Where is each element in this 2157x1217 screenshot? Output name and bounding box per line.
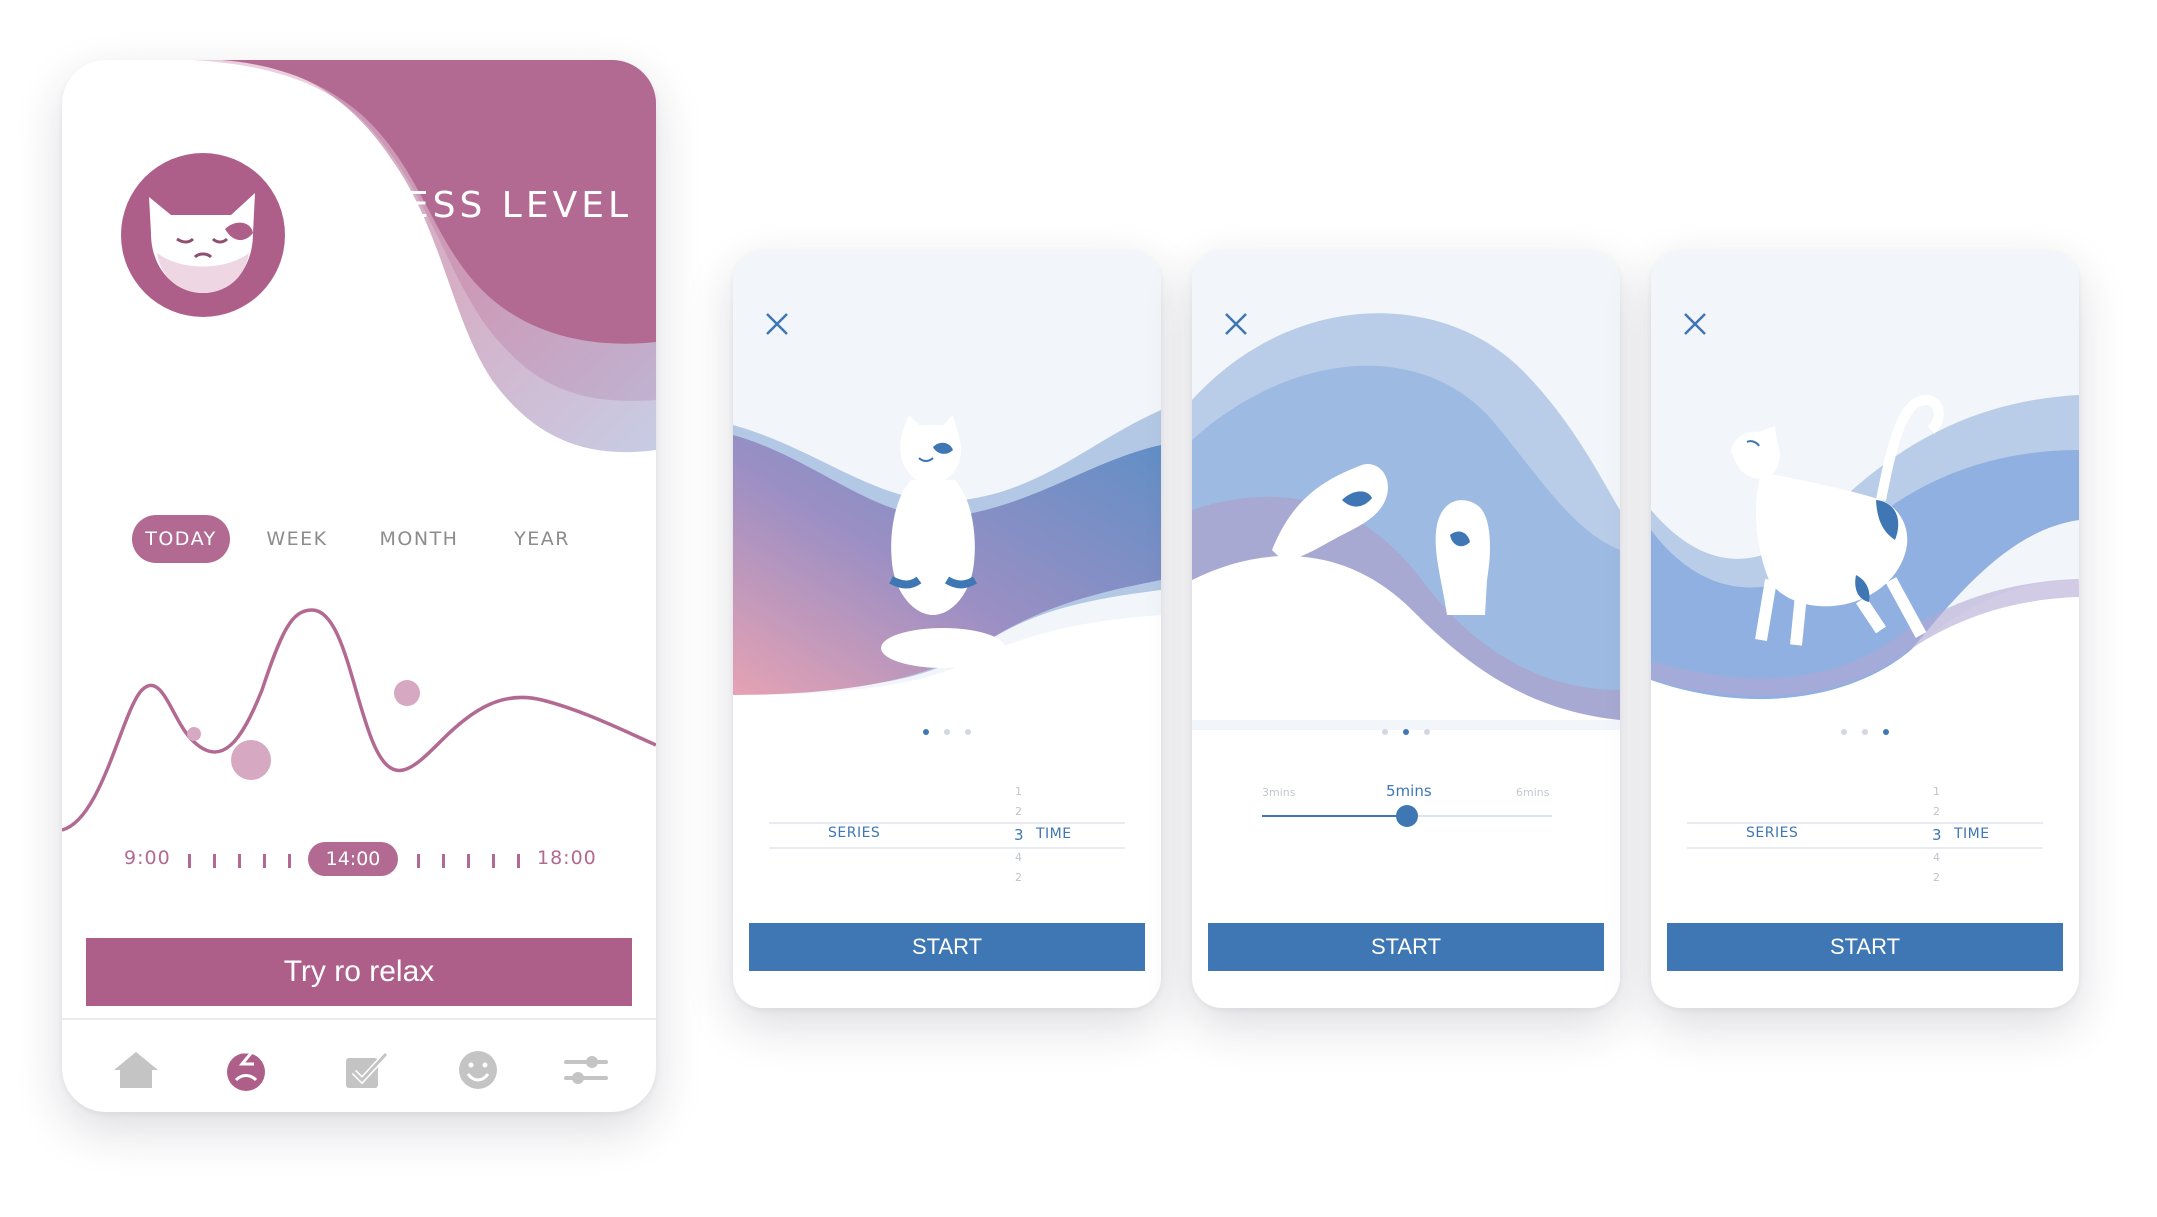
picker-selected-value[interactable]: 3 (1932, 826, 1942, 844)
series-label: SERIES (1746, 825, 1799, 841)
timeline-tick (263, 854, 266, 868)
chart-point (394, 680, 420, 706)
slider-min-label: 3mins (1262, 786, 1296, 799)
timeline-tick (288, 854, 291, 868)
page-indicator (1651, 720, 2079, 739)
timeline-tick (442, 854, 445, 868)
page-dot[interactable] (1381, 729, 1388, 735)
card-illustration (1192, 250, 1620, 730)
page-dot[interactable] (965, 729, 972, 735)
close-icon[interactable] (1681, 310, 1709, 338)
page-dot[interactable] (1424, 729, 1431, 735)
tab-week[interactable]: WEEK (247, 515, 347, 563)
start-button[interactable]: START (1208, 923, 1604, 971)
page-indicator (733, 720, 1161, 739)
tasks-icon[interactable] (342, 1048, 390, 1092)
timeline-tick (517, 854, 520, 868)
picker-value-below: 2 (1933, 871, 1940, 884)
card-illustration (733, 250, 1161, 720)
picker-divider (769, 822, 1125, 824)
page-dot[interactable] (944, 729, 950, 735)
timeline-tick (417, 854, 420, 868)
picker-value-above: 2 (1015, 805, 1022, 818)
close-icon[interactable] (763, 310, 791, 338)
timeline-tick (492, 854, 495, 868)
page-dot-active[interactable] (1403, 729, 1409, 735)
close-icon[interactable] (1222, 310, 1250, 338)
time-current[interactable]: 14:00 (308, 842, 398, 876)
home-icon[interactable] (112, 1048, 160, 1092)
duration-slider[interactable]: 3mins 5mins 6mins (1262, 780, 1552, 840)
card-illustration (1651, 250, 2079, 730)
time-label: TIME (1036, 826, 1072, 842)
page-dot[interactable] (1862, 729, 1868, 735)
exercise-card-paws: 3mins 5mins 6mins START (1192, 250, 1620, 1008)
timeline-tick (188, 854, 191, 868)
time-end: 18:00 (537, 847, 597, 869)
cat-face-icon (121, 153, 285, 317)
slider-thumb[interactable] (1396, 805, 1418, 827)
series-time-picker[interactable]: 1 2 SERIES 3 TIME 4 2 (1687, 785, 2043, 895)
chart-point-selected[interactable] (231, 740, 271, 780)
timeline-tick (238, 854, 241, 868)
picker-divider (769, 847, 1125, 849)
settings-icon[interactable] (562, 1048, 610, 1092)
slider-fill (1262, 815, 1407, 817)
series-time-picker[interactable]: 1 2 SERIES 3 TIME 4 2 (769, 785, 1125, 895)
timeline-tick (213, 854, 216, 868)
timeline-tick (467, 854, 470, 868)
page-title: STRESS LEVEL (324, 185, 632, 226)
bottom-nav (62, 1018, 656, 1112)
page-dot-active[interactable] (1883, 729, 1890, 735)
picker-value-below: 4 (1933, 851, 1940, 864)
time-start: 9:00 (124, 847, 171, 869)
picker-value-below: 2 (1015, 871, 1022, 884)
slider-max-label: 6mins (1516, 786, 1550, 799)
stress-curve (62, 608, 656, 832)
time-label: TIME (1954, 826, 1990, 842)
tab-year[interactable]: YEAR (492, 515, 592, 563)
start-button[interactable]: START (1667, 923, 2063, 971)
picker-value-above: 1 (1933, 785, 1940, 798)
picker-value-above: 1 (1015, 785, 1022, 798)
page-dot[interactable] (1840, 729, 1847, 735)
stress-level-screen: STRESS LEVEL TODAY WEEK MONTH YEAR 9:00 … (62, 60, 656, 1112)
tab-month[interactable]: MONTH (364, 515, 474, 563)
picker-value-above: 2 (1933, 805, 1940, 818)
picker-selected-value[interactable]: 3 (1014, 826, 1024, 844)
period-tabs: TODAY WEEK MONTH YEAR (132, 515, 612, 563)
series-label: SERIES (828, 825, 881, 841)
chart-point (187, 727, 201, 741)
tab-today[interactable]: TODAY (132, 515, 230, 563)
page-indicator (1192, 720, 1620, 739)
picker-divider (1687, 847, 2043, 849)
picker-divider (1687, 822, 2043, 824)
try-relax-button[interactable]: Try ro relax (86, 938, 632, 1006)
slider-value-label: 5mins (1386, 782, 1432, 800)
start-button[interactable]: START (749, 923, 1145, 971)
exercise-card-meditate: 1 2 SERIES 3 TIME 4 2 START (733, 250, 1161, 1008)
stress-icon[interactable] (222, 1048, 270, 1092)
exercise-card-stretch: 1 2 SERIES 3 TIME 4 2 START (1651, 250, 2079, 1008)
picker-value-below: 4 (1015, 851, 1022, 864)
smiley-icon[interactable] (454, 1048, 502, 1092)
page-dot-active[interactable] (922, 729, 929, 735)
